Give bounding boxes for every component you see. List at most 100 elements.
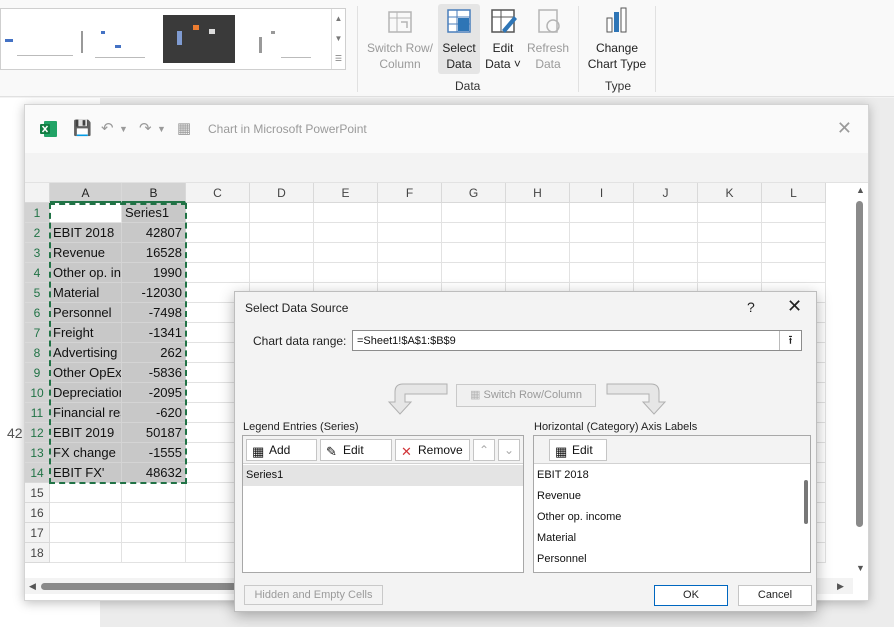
cell-b11[interactable]: -620	[122, 403, 186, 423]
cell-k2[interactable]	[698, 223, 762, 243]
cell-a8[interactable]: Advertising	[50, 343, 122, 363]
cell-a5[interactable]: Material	[50, 283, 122, 303]
column-header-j[interactable]: J	[634, 183, 698, 203]
cell-c1[interactable]	[186, 203, 250, 223]
cell-d3[interactable]	[250, 243, 314, 263]
switch-row-column-button[interactable]: Switch Row/ Column	[364, 4, 436, 72]
cell-d1[interactable]	[250, 203, 314, 223]
cell-j3[interactable]	[634, 243, 698, 263]
cell-a9[interactable]: Other OpEx	[50, 363, 122, 383]
row-header-15[interactable]: 15	[25, 483, 50, 503]
help-icon[interactable]: ?	[747, 299, 755, 315]
column-header-b[interactable]: B	[122, 183, 186, 203]
cell-c2[interactable]	[186, 223, 250, 243]
change-chart-type-button[interactable]: Change Chart Type	[584, 4, 650, 72]
row-header-11[interactable]: 11	[25, 403, 50, 423]
series-list[interactable]: Series1	[243, 465, 523, 486]
cell-b18[interactable]	[122, 543, 186, 563]
cell-f1[interactable]	[378, 203, 442, 223]
cell-g1[interactable]	[442, 203, 506, 223]
remove-series-button[interactable]: ✕ Remove	[395, 439, 470, 461]
select-data-button[interactable]: Select Data	[438, 4, 480, 74]
chevron-down-icon[interactable]: ▼	[332, 29, 345, 49]
chevron-up-icon[interactable]: ▲	[332, 9, 345, 29]
chart-styles-gallery[interactable]: ▲ ▼ ☰	[0, 8, 346, 70]
column-header-d[interactable]: D	[250, 183, 314, 203]
cell-a3[interactable]: Revenue	[50, 243, 122, 263]
edit-data-button[interactable]: Edit Data ˅	[482, 4, 524, 72]
cell-i3[interactable]	[570, 243, 634, 263]
cell-g2[interactable]	[442, 223, 506, 243]
row-header-10[interactable]: 10	[25, 383, 50, 403]
cell-a12[interactable]: EBIT 2019	[50, 423, 122, 443]
column-header-c[interactable]: C	[186, 183, 250, 203]
cell-l2[interactable]	[762, 223, 826, 243]
cell-a1[interactable]	[50, 203, 122, 223]
vertical-scrollbar[interactable]: ▲ ▼	[854, 185, 866, 575]
row-header-14[interactable]: 14	[25, 463, 50, 483]
cell-a13[interactable]: FX change	[50, 443, 122, 463]
cell-h1[interactable]	[506, 203, 570, 223]
list-item[interactable]: Material	[534, 528, 810, 549]
cell-a18[interactable]	[50, 543, 122, 563]
cell-a16[interactable]	[50, 503, 122, 523]
cell-f4[interactable]	[378, 263, 442, 283]
cell-e3[interactable]	[314, 243, 378, 263]
cell-b6[interactable]: -7498	[122, 303, 186, 323]
ok-button[interactable]: OK	[654, 585, 728, 606]
row-header-2[interactable]: 2	[25, 223, 50, 243]
cell-g4[interactable]	[442, 263, 506, 283]
redo-icon[interactable]: ↷	[139, 119, 152, 137]
cell-b9[interactable]: -5836	[122, 363, 186, 383]
scroll-right-icon[interactable]: ▶	[837, 581, 844, 592]
close-icon[interactable]: ✕	[787, 296, 802, 317]
hidden-empty-cells-button[interactable]: Hidden and Empty Cells	[244, 585, 383, 605]
row-header-7[interactable]: 7	[25, 323, 50, 343]
cell-a7[interactable]: Freight	[50, 323, 122, 343]
list-item[interactable]: EBIT 2018	[534, 465, 810, 486]
row-header-9[interactable]: 9	[25, 363, 50, 383]
cell-b13[interactable]: -1555	[122, 443, 186, 463]
gallery-expand-icon[interactable]: ☰	[332, 49, 345, 69]
row-header-5[interactable]: 5	[25, 283, 50, 303]
chart-style-thumb-1[interactable]	[3, 15, 75, 63]
save-icon[interactable]: 💾	[73, 119, 92, 137]
row-header-6[interactable]: 6	[25, 303, 50, 323]
chart-style-thumb-2[interactable]	[81, 15, 153, 63]
range-collapse-icon[interactable]: ⭱	[779, 331, 801, 350]
column-header-e[interactable]: E	[314, 183, 378, 203]
close-icon[interactable]: ✕	[837, 118, 852, 139]
vertical-scroll-thumb[interactable]	[856, 201, 863, 527]
row-header-12[interactable]: 12	[25, 423, 50, 443]
cell-e1[interactable]	[314, 203, 378, 223]
move-down-button[interactable]: ⌄	[498, 439, 520, 461]
row-header-4[interactable]: 4	[25, 263, 50, 283]
row-header-8[interactable]: 8	[25, 343, 50, 363]
column-header-f[interactable]: F	[378, 183, 442, 203]
cell-h2[interactable]	[506, 223, 570, 243]
axis-list-scrollbar[interactable]	[804, 480, 808, 524]
cell-l3[interactable]	[762, 243, 826, 263]
redo-dropdown-icon[interactable]: ▼	[157, 124, 166, 134]
undo-dropdown-icon[interactable]: ▼	[119, 124, 128, 134]
column-header-k[interactable]: K	[698, 183, 762, 203]
scroll-left-icon[interactable]: ◀	[29, 581, 36, 592]
cell-i2[interactable]	[570, 223, 634, 243]
list-item[interactable]: Revenue	[534, 486, 810, 507]
cell-d2[interactable]	[250, 223, 314, 243]
column-header-h[interactable]: H	[506, 183, 570, 203]
cell-c4[interactable]	[186, 263, 250, 283]
cell-a11[interactable]: Financial result	[50, 403, 122, 423]
column-header-a[interactable]: A	[50, 183, 122, 203]
cell-k3[interactable]	[698, 243, 762, 263]
edit-series-button[interactable]: ✎ Edit	[320, 439, 392, 461]
list-item[interactable]: Personnel	[534, 549, 810, 570]
cell-l4[interactable]	[762, 263, 826, 283]
cell-b2[interactable]: 42807	[122, 223, 186, 243]
cell-a2[interactable]: EBIT 2018	[50, 223, 122, 243]
cell-b8[interactable]: 262	[122, 343, 186, 363]
cell-j1[interactable]	[634, 203, 698, 223]
row-header-16[interactable]: 16	[25, 503, 50, 523]
cell-b1[interactable]: Series1	[122, 203, 186, 223]
select-all-corner[interactable]	[25, 183, 50, 203]
